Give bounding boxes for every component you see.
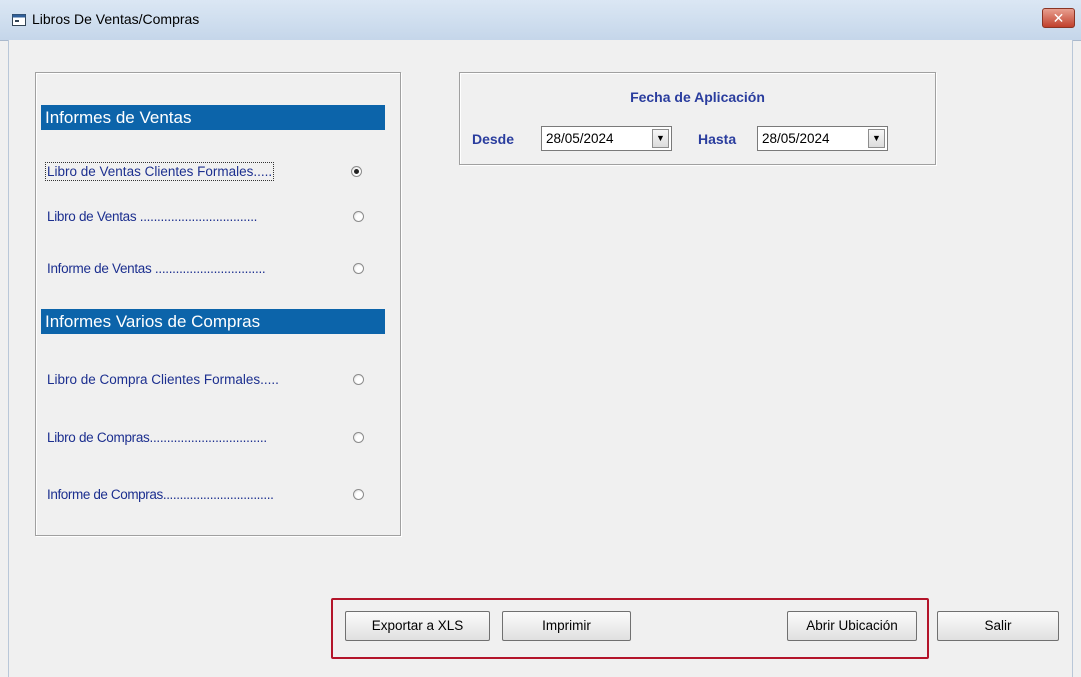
chevron-down-icon[interactable]: ▼ [652, 129, 669, 148]
imprimir-button[interactable]: Imprimir [502, 611, 631, 641]
fecha-groupbox: Fecha de Aplicación Desde 28/05/2024 ▼ H… [459, 72, 936, 165]
desde-date-picker[interactable]: 28/05/2024 ▼ [541, 126, 672, 151]
radio-libro-ventas[interactable] [353, 211, 364, 222]
salir-button[interactable]: Salir [937, 611, 1059, 641]
close-icon: ✕ [1052, 10, 1065, 26]
chevron-down-icon[interactable]: ▼ [868, 129, 885, 148]
hasta-date-picker[interactable]: 28/05/2024 ▼ [757, 126, 888, 151]
hasta-label: Hasta [698, 131, 737, 147]
desde-date-value: 28/05/2024 [546, 131, 614, 146]
title-bar: Libros De Ventas/Compras ✕ [0, 0, 1081, 41]
compras-section-header: Informes Varios de Compras [41, 309, 385, 334]
desde-label: Desde [472, 131, 515, 147]
option-informe-compras[interactable]: Informe de Compras......................… [47, 487, 274, 502]
ventas-section-header: Informes de Ventas [41, 105, 385, 130]
radio-informe-compras[interactable] [353, 489, 364, 500]
option-libro-compras[interactable]: Libro de Compras........................… [47, 430, 267, 445]
option-libro-compra-formales[interactable]: Libro de Compra Clientes Formales..... [47, 372, 279, 387]
exportar-xls-button[interactable]: Exportar a XLS [345, 611, 490, 641]
reports-groupbox [35, 72, 401, 536]
option-libro-ventas-formales[interactable]: Libro de Ventas Clientes Formales..... [44, 162, 275, 181]
abrir-ubicacion-button[interactable]: Abrir Ubicación [787, 611, 917, 641]
radio-libro-ventas-formales[interactable] [351, 166, 362, 177]
fecha-title: Fecha de Aplicación [630, 89, 765, 105]
form-icon [12, 14, 26, 26]
radio-libro-compras[interactable] [353, 432, 364, 443]
hasta-date-value: 28/05/2024 [762, 131, 830, 146]
radio-libro-compra-formales[interactable] [353, 374, 364, 385]
window-title: Libros De Ventas/Compras [32, 11, 200, 27]
close-button[interactable]: ✕ [1042, 8, 1075, 28]
option-libro-ventas[interactable]: Libro de Ventas ........................… [47, 209, 257, 224]
radio-informe-ventas[interactable] [353, 263, 364, 274]
option-informe-ventas[interactable]: Informe de Ventas ......................… [47, 261, 266, 276]
